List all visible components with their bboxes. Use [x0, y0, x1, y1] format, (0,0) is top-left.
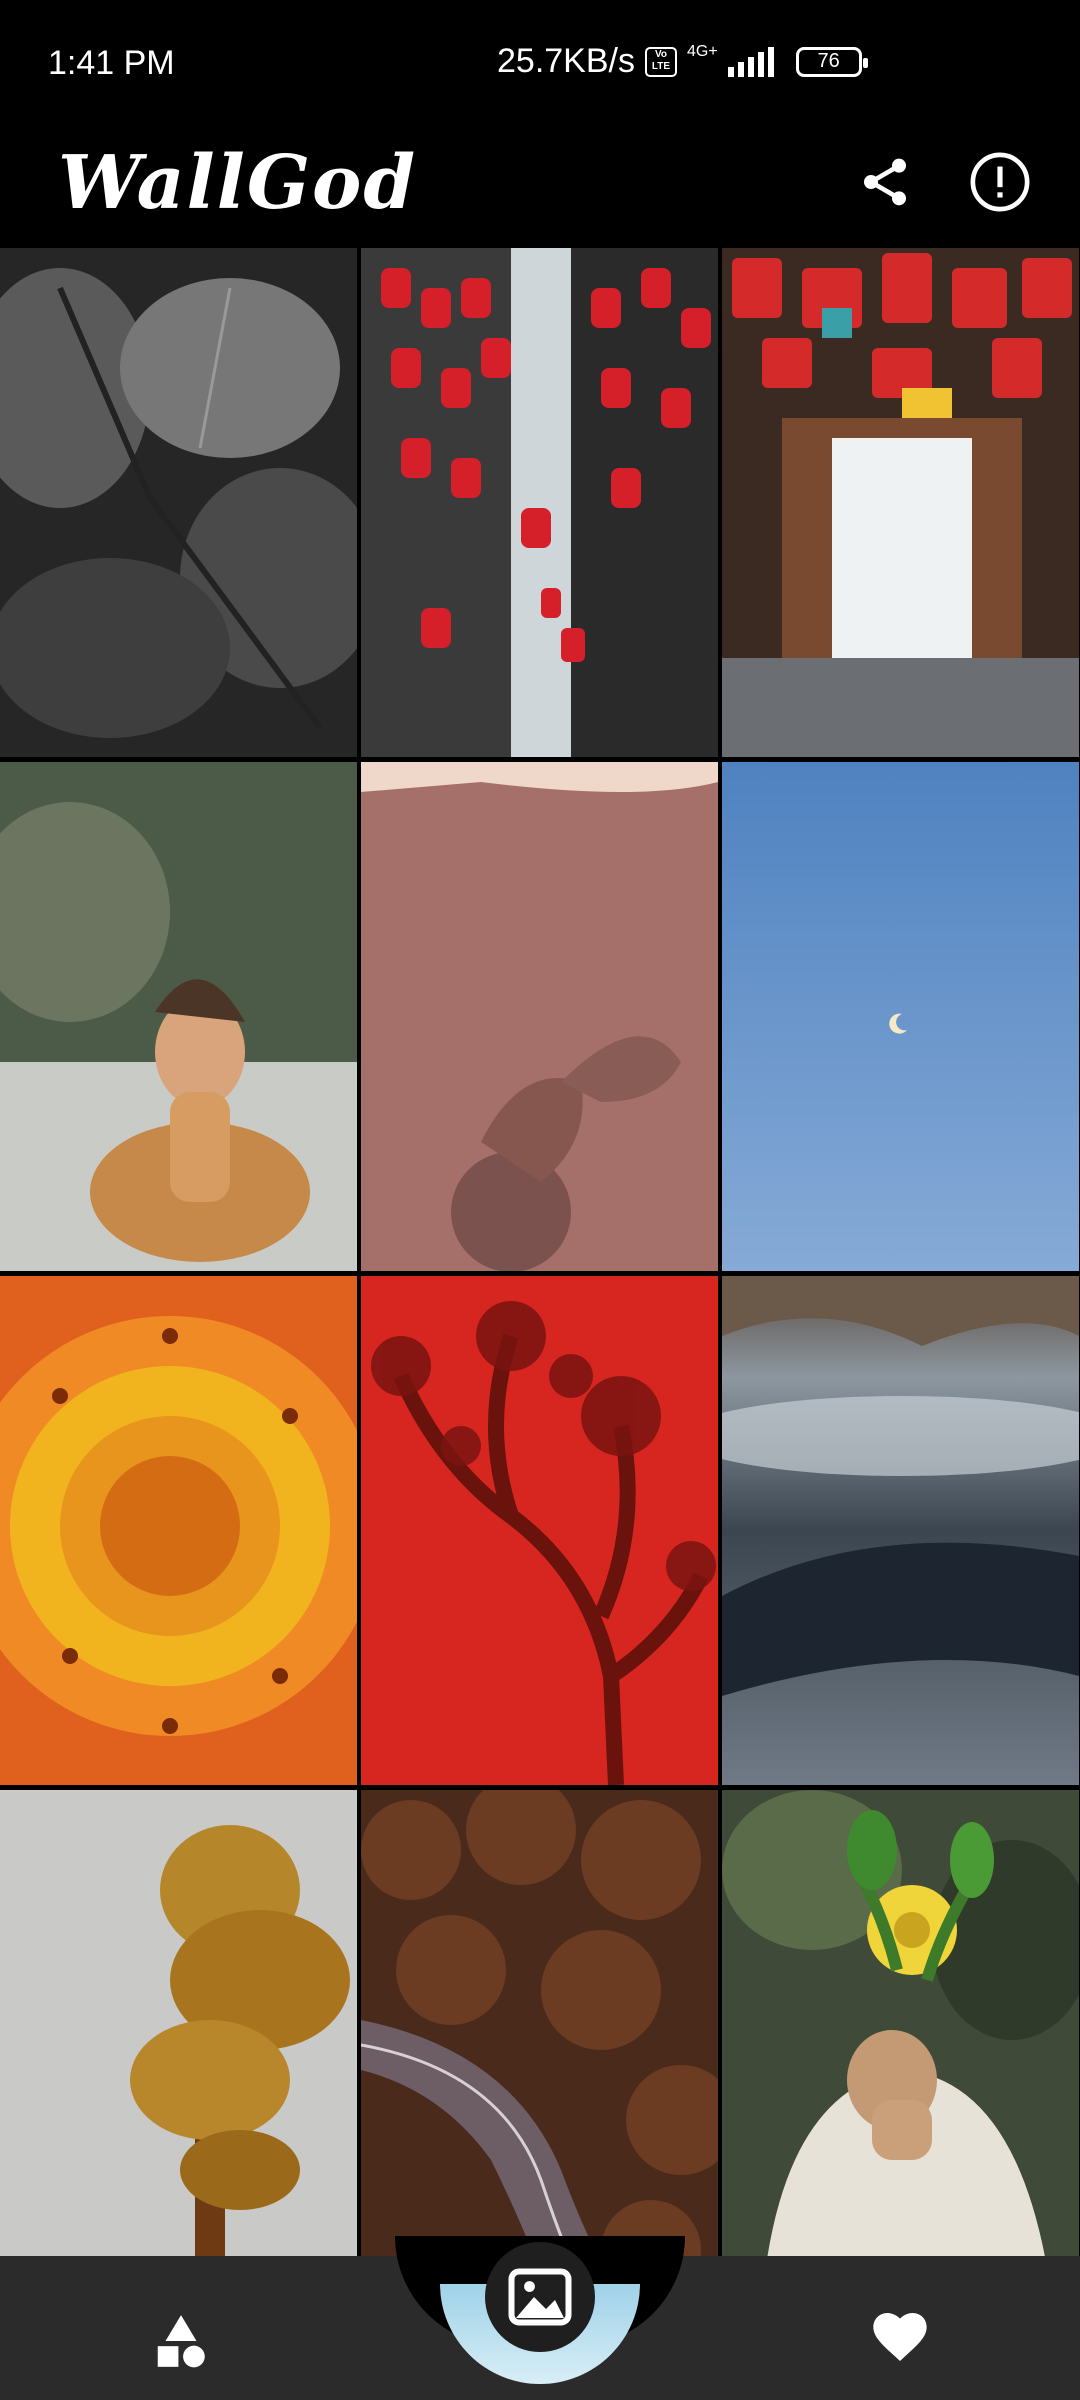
wallpaper-tile[interactable] [361, 1790, 718, 2256]
app-bar: WallGod [0, 130, 1080, 248]
info-button[interactable] [960, 142, 1040, 222]
nav-categories[interactable] [136, 2296, 226, 2386]
wallpaper-image [722, 762, 1079, 1271]
signal-icon [727, 46, 774, 77]
wallpaper-tile[interactable] [722, 762, 1079, 1271]
network-type: 4G+ [686, 42, 718, 60]
status-bar: 1:41 PM 25.7KB/s Vo LTE 4G+ 76 [0, 0, 1080, 130]
wallpaper-tile[interactable] [0, 248, 357, 757]
heart-icon [873, 2313, 927, 2361]
wallpaper-image [722, 248, 1079, 757]
network-speed: 25.7KB/s [497, 42, 635, 80]
volte-icon: Vo LTE [644, 46, 677, 77]
wallpaper-image [0, 1276, 357, 1785]
wallpaper-tile[interactable] [361, 248, 718, 757]
wallpaper-image [361, 762, 718, 1271]
categories-icon [157, 2315, 205, 2368]
wallpaper-image [0, 762, 357, 1271]
wallpaper-tile[interactable] [722, 1790, 1079, 2256]
wallpaper-tile[interactable] [361, 1276, 718, 1785]
share-button[interactable] [845, 142, 925, 222]
app-title: WallGod [58, 140, 418, 226]
info-icon [970, 152, 1030, 212]
screen: 1:41 PM 25.7KB/s Vo LTE 4G+ 76 WallGod [0, 0, 1080, 2400]
status-indicators: 25.7KB/s Vo LTE 4G+ 76 [497, 42, 868, 81]
share-icon [864, 158, 906, 206]
wallpaper-image [361, 1790, 718, 2256]
bottom-navigation [0, 2236, 1080, 2400]
wallpaper-image [722, 1276, 1079, 1785]
wallpaper-tile[interactable] [722, 248, 1079, 757]
wallpaper-tile[interactable] [722, 1276, 1079, 1785]
nav-wallpapers[interactable] [485, 2242, 595, 2352]
battery-icon: 76 [795, 46, 868, 77]
image-icon [508, 2268, 572, 2326]
wallpaper-image [361, 1276, 718, 1785]
wallpaper-tile[interactable] [0, 762, 357, 1271]
wallpaper-image [0, 1790, 357, 2256]
wallpaper-image [361, 248, 718, 757]
wallpaper-tile[interactable] [361, 762, 718, 1271]
wallpaper-tile[interactable] [0, 1276, 357, 1785]
wallpaper-image [0, 248, 357, 757]
nav-favorites[interactable] [855, 2292, 945, 2382]
wallpaper-tile[interactable] [0, 1790, 357, 2256]
status-time: 1:41 PM [48, 44, 175, 82]
wallpaper-image [722, 1790, 1079, 2256]
wallpaper-grid [0, 248, 1080, 2256]
